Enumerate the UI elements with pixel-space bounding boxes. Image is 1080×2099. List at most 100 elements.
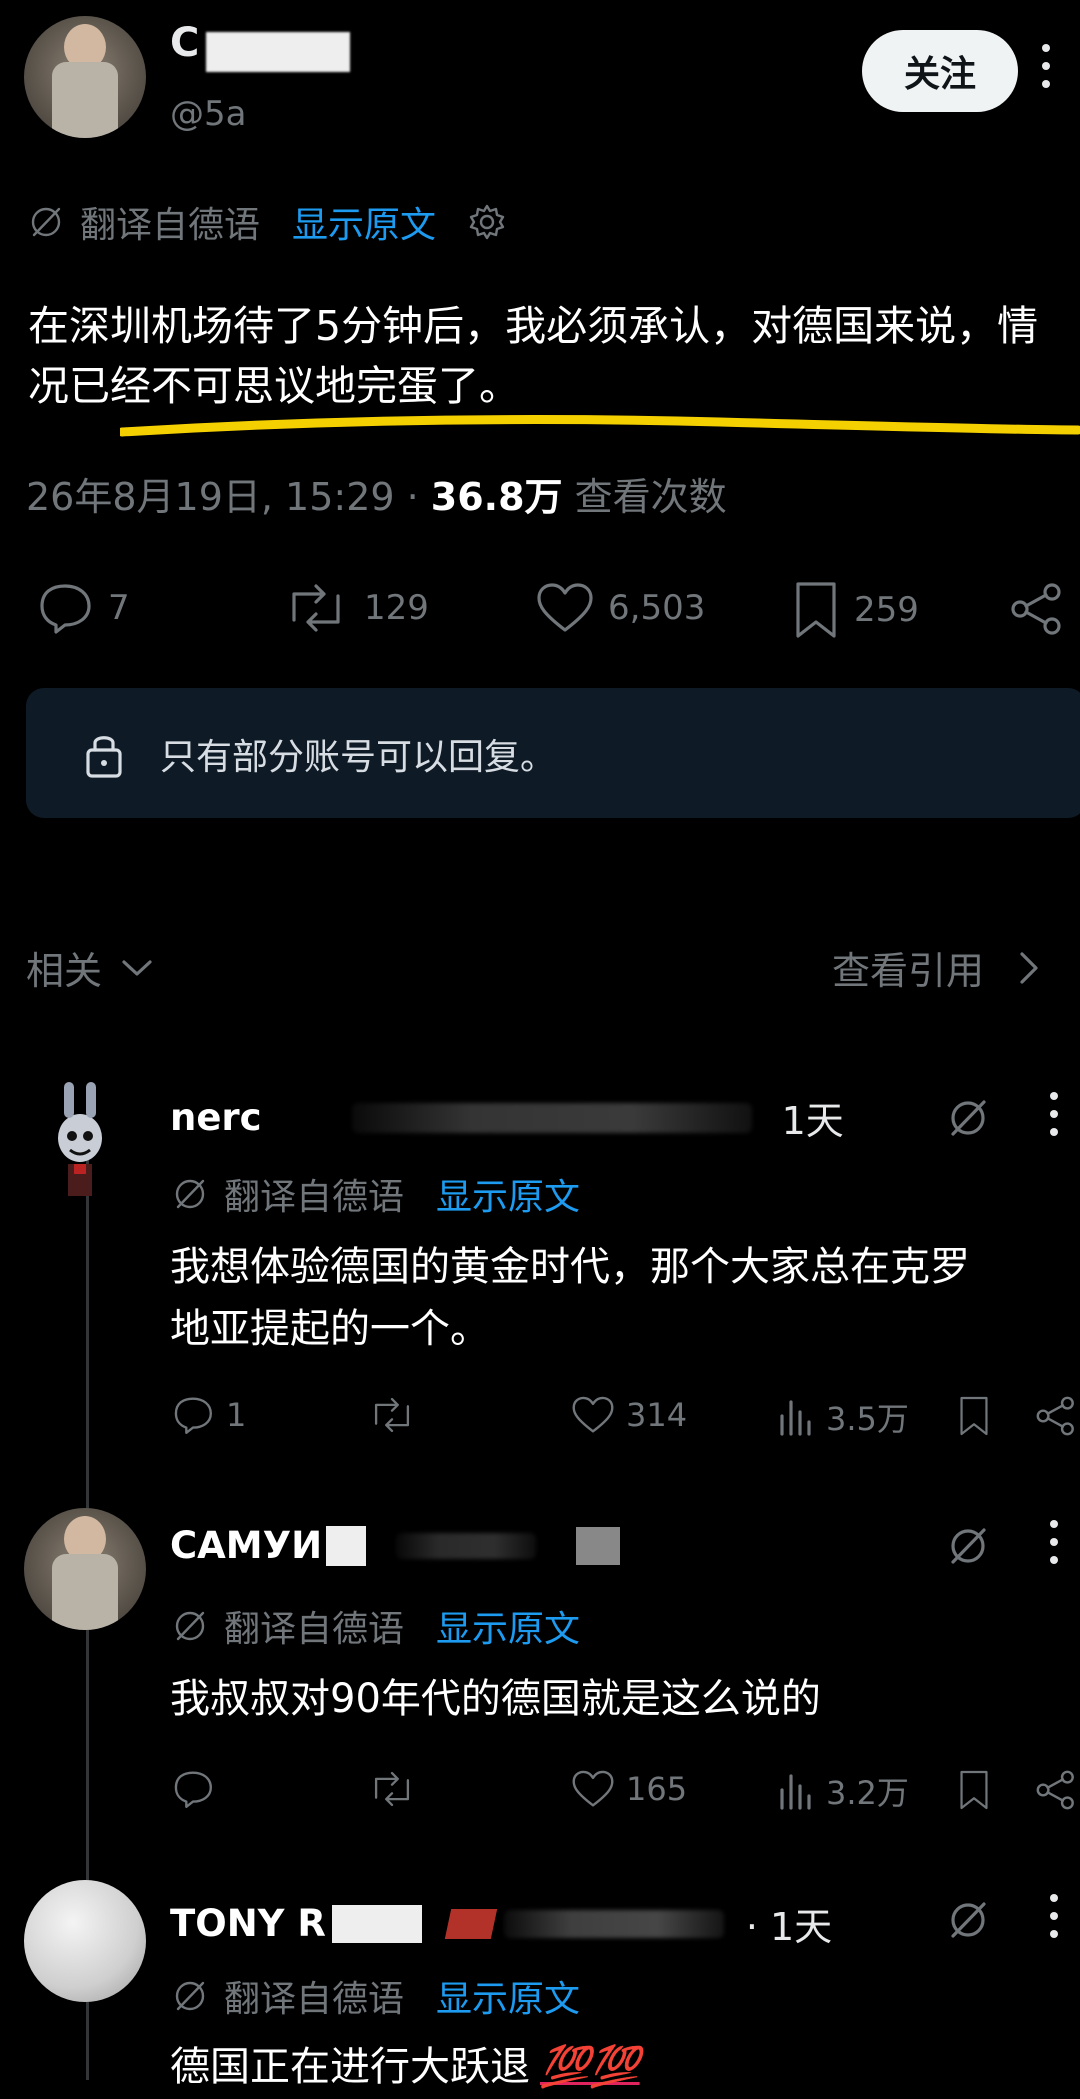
reply-button[interactable]: 7 <box>34 580 130 636</box>
name-redaction <box>576 1526 621 1565</box>
comment-reply-button[interactable] <box>170 1768 216 1810</box>
comment-reply-count: 1 <box>226 1396 247 1434</box>
post-text: 在深圳机场待了5分钟后，我必须承认，对德国来说，情况已经不可思议地完蛋了。 <box>28 302 1039 410</box>
author-avatar[interactable] <box>24 16 146 138</box>
bookmark-icon[interactable] <box>956 1768 992 1812</box>
comment-views[interactable]: 3.2万 <box>776 1768 909 1814</box>
comment-text-line1: 我想体验德国的黄金时代，那个大家总在克罗 <box>170 1244 970 1290</box>
comment-time: · 1天 <box>745 1905 833 1949</box>
comment-author-name[interactable]: nerc <box>170 1096 262 1139</box>
comment-repost-button[interactable] <box>366 1768 418 1810</box>
heart-icon <box>572 1396 614 1433</box>
comment-views[interactable]: 3.5万 <box>776 1394 909 1440</box>
follow-button[interactable]: 关注 <box>862 30 1018 112</box>
comment-translation-row: 翻译自德语 显示原文 <box>170 1600 580 1652</box>
analytics-icon <box>780 1400 811 1436</box>
name-redaction <box>331 1904 422 1943</box>
translation-row: 翻译自德语 显示原文 <box>26 196 508 248</box>
lock-icon <box>86 736 122 778</box>
show-original-link[interactable]: 显示原文 <box>436 1600 580 1652</box>
view-count-label: 查看次数 <box>562 475 727 519</box>
related-toggle[interactable]: 相关 <box>26 940 154 995</box>
share-icon[interactable] <box>1034 1394 1078 1438</box>
comment-more-icon[interactable] <box>1048 1894 1060 1948</box>
translate-icon <box>175 1179 205 1209</box>
share-icon <box>1011 583 1061 635</box>
comment-text: 德国正在进行大跃退 <box>170 2044 530 2090</box>
more-options-icon[interactable] <box>1040 44 1052 104</box>
reply-icon <box>40 584 91 634</box>
bookmark-button[interactable]: 259 <box>790 580 919 640</box>
view-count: 36.8万 <box>430 475 563 519</box>
comment-more-icon[interactable] <box>1048 1520 1060 1574</box>
comment-like-button[interactable]: 314 <box>570 1394 687 1436</box>
comment-translation-row: 翻译自德语 显示原文 <box>170 1970 580 2022</box>
author-handle[interactable]: @5a <box>170 94 246 134</box>
highlight-underline <box>120 415 1080 437</box>
translate-icon <box>31 207 61 237</box>
comment-author-name[interactable]: TONY R <box>170 1902 326 1945</box>
heart-icon <box>537 583 593 632</box>
comment-avatar[interactable] <box>24 1508 146 1630</box>
comment-time: 1天 <box>781 1099 844 1143</box>
translate-icon <box>175 1981 205 2011</box>
comment-more-icon[interactable] <box>1048 1092 1060 1146</box>
share-button[interactable] <box>1008 580 1066 638</box>
repost-count: 129 <box>364 588 429 628</box>
reply-icon <box>174 1771 212 1808</box>
comment-like-button[interactable]: 165 <box>570 1768 687 1810</box>
comment-header: САМУИ <box>170 1524 660 1567</box>
name-redaction <box>444 1908 498 1939</box>
repost-icon <box>292 584 340 632</box>
show-original-link[interactable]: 显示原文 <box>292 196 436 248</box>
hundred-points-emoji: 💯💯 <box>540 2044 640 2090</box>
show-original-link[interactable]: 显示原文 <box>436 1168 580 1220</box>
repost-icon <box>374 1771 410 1807</box>
translated-from-label: 翻译自德语 <box>224 1609 405 1650</box>
view-quotes-label: 查看引用 <box>832 949 985 993</box>
comment-translation-row: 翻译自德语 显示原文 <box>170 1168 580 1220</box>
comment-header: TONY R · 1天 <box>170 1896 832 1951</box>
like-button[interactable]: 6,503 <box>534 580 705 636</box>
post-timestamp: 26年8月19日, 15:29 · <box>26 475 431 519</box>
reply-restriction-text: 只有部分账号可以回复。 <box>160 737 557 778</box>
post-action-bar: 7 129 6,503 259 <box>34 580 1074 650</box>
post-meta: 26年8月19日, 15:29 · 36.8万 查看次数 <box>26 466 727 521</box>
bunny-avatar-icon <box>58 1082 102 1196</box>
comment-avatar[interactable] <box>24 1880 146 2002</box>
comment-repost-button[interactable] <box>366 1394 418 1436</box>
comment-text-line2: 地亚提起的一个。 <box>170 1306 490 1352</box>
reply-count: 7 <box>108 588 130 628</box>
comment-reply-button[interactable]: 1 <box>170 1394 246 1436</box>
author-name[interactable]: C <box>170 20 199 66</box>
grok-icon[interactable] <box>944 1094 992 1142</box>
like-count: 6,503 <box>608 588 706 628</box>
bookmark-count: 259 <box>854 590 919 630</box>
bookmark-icon[interactable] <box>956 1394 992 1438</box>
grok-icon[interactable] <box>944 1522 992 1570</box>
chevron-down-icon <box>122 959 152 976</box>
chevron-right-icon <box>1020 951 1038 984</box>
comment-author-name[interactable]: САМУИ <box>170 1524 322 1567</box>
repost-button[interactable]: 129 <box>280 580 429 636</box>
reply-restriction-notice: 只有部分账号可以回复。 <box>26 688 1080 818</box>
translated-from-label: 翻译自德语 <box>224 1979 405 2020</box>
comment-text-row: 德国正在进行大跃退 💯💯 <box>170 2036 640 2098</box>
translate-icon <box>175 1611 205 1641</box>
show-original-link[interactable]: 显示原文 <box>436 1970 580 2022</box>
translated-from-label: 翻译自德语 <box>224 1177 405 1218</box>
reply-icon <box>174 1397 212 1434</box>
comment-view-count: 3.2万 <box>826 1774 909 1812</box>
share-icon[interactable] <box>1034 1768 1078 1812</box>
name-redaction <box>396 1532 537 1559</box>
bookmark-icon <box>796 582 836 638</box>
settings-gear-icon[interactable] <box>466 201 508 243</box>
comment-avatar[interactable] <box>40 1080 120 1200</box>
grok-icon[interactable] <box>944 1896 992 1944</box>
name-redaction <box>326 1525 367 1566</box>
name-redaction <box>351 1102 752 1133</box>
comment-view-count: 3.5万 <box>826 1400 909 1438</box>
view-quotes-link[interactable]: 查看引用 <box>832 940 1040 995</box>
author-name-redaction <box>206 32 350 72</box>
translated-from-label: 翻译自德语 <box>80 205 261 246</box>
